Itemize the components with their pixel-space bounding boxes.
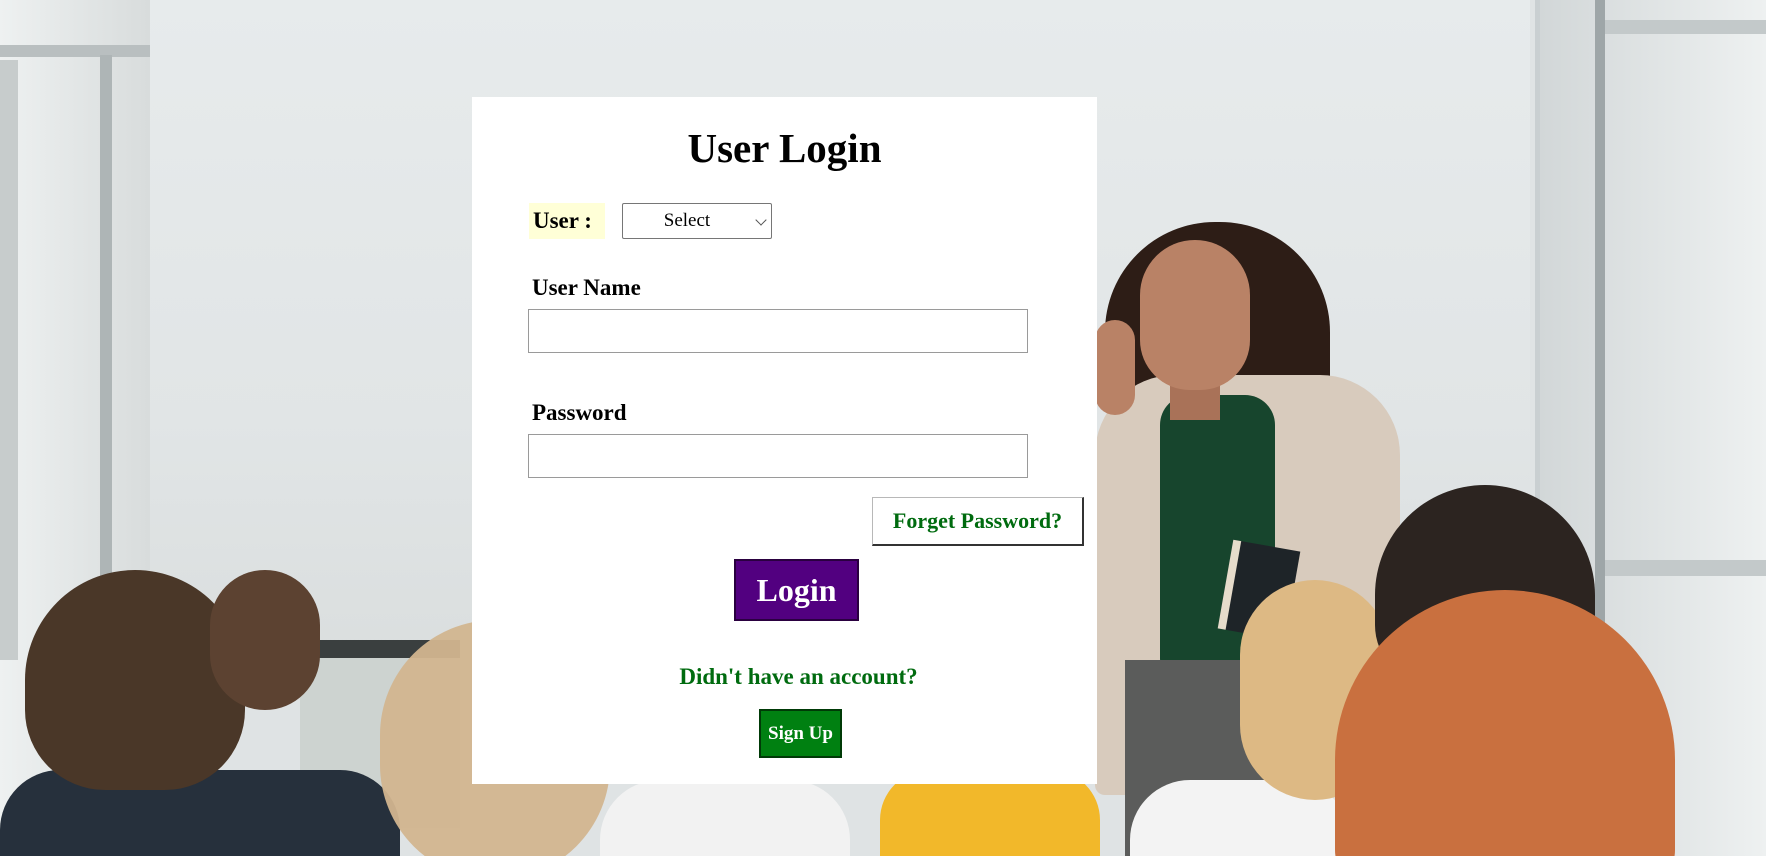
background-window-frame [0,60,18,660]
user-type-label: User : [529,203,605,239]
background-window-frame [0,45,150,57]
background-window-frame [1595,0,1605,700]
user-type-select[interactable]: Select [622,203,772,239]
audience-head [25,570,245,790]
login-button[interactable]: Login [734,559,859,621]
password-label: Password [532,400,627,425]
presenter-face [1140,240,1250,390]
presenter-hand [1095,320,1135,415]
page-title: User Login [687,125,882,171]
background-window-frame [1605,560,1766,576]
audience-member [0,770,400,856]
username-label: User Name [532,275,641,300]
signup-prompt-text: Didn't have an account? [679,664,918,689]
audience-head [210,570,320,710]
username-input[interactable] [528,309,1028,353]
audience-member [600,780,850,856]
password-input[interactable] [528,434,1028,478]
forget-password-button[interactable]: Forget Password? [872,497,1084,546]
chevron-down-icon [755,214,767,226]
background-window-frame [1605,20,1766,34]
user-type-selected-value: Select [663,210,711,231]
background-window-frame [100,55,112,615]
login-card: User Login User : Select User Name Passw… [472,97,1097,784]
signup-button[interactable]: Sign Up [759,709,842,758]
